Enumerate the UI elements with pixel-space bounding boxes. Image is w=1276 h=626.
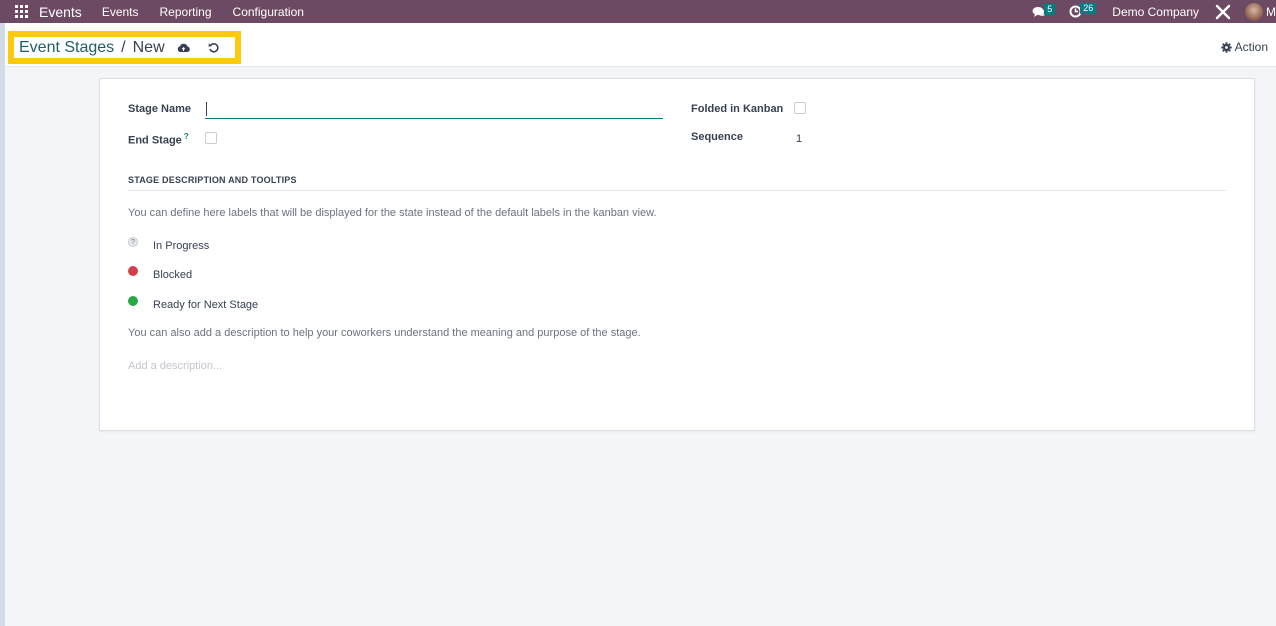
end-stage-checkbox[interactable]	[205, 132, 217, 144]
messages-count-badge: 5	[1044, 3, 1056, 15]
undo-icon	[208, 43, 219, 53]
breadcrumb: Event Stages / New	[19, 39, 219, 57]
end-stage-help-icon[interactable]: ?	[184, 132, 189, 141]
cloud-upload-icon	[177, 43, 190, 52]
stage-name-label: Stage Name	[128, 103, 191, 115]
state-row-in-progress: ? In Progress	[128, 237, 209, 252]
activities-button[interactable]: 26	[1069, 3, 1097, 18]
action-menu-button[interactable]: Action	[1220, 40, 1268, 54]
folded-in-kanban-checkbox[interactable]	[794, 102, 806, 114]
activities-count-badge: 26	[1080, 3, 1097, 14]
save-button[interactable]	[177, 43, 190, 53]
debug-tools-icon[interactable]	[1215, 4, 1231, 20]
blocked-label[interactable]: Blocked	[153, 269, 192, 281]
text-cursor	[206, 102, 207, 116]
company-switcher[interactable]: Demo Company	[1112, 5, 1199, 19]
breadcrumb-highlight: Event Stages / New	[8, 31, 241, 64]
description-editor[interactable]: Add a description...	[128, 360, 222, 372]
menu-events[interactable]: Events	[102, 5, 139, 19]
folded-in-kanban-label: Folded in Kanban	[691, 103, 784, 115]
ready-state-icon[interactable]	[128, 296, 138, 306]
breadcrumb-current: New	[132, 38, 165, 56]
labels-help-text: You can define here labels that will be …	[128, 207, 657, 219]
action-label: Action	[1234, 40, 1268, 54]
sequence-value[interactable]: 1	[796, 133, 802, 145]
user-name: M	[1266, 4, 1276, 19]
ready-label[interactable]: Ready for Next Stage	[153, 299, 258, 311]
breadcrumb-separator: /	[121, 38, 126, 56]
apps-menu-icon[interactable]	[15, 5, 30, 18]
in-progress-label[interactable]: In Progress	[153, 240, 209, 252]
messages-button[interactable]: 5	[1032, 3, 1056, 18]
gear-icon	[1220, 41, 1232, 53]
discard-button[interactable]	[208, 42, 219, 53]
end-stage-label: End Stage?	[128, 132, 189, 147]
section-title: STAGE DESCRIPTION AND TOOLTIPS	[128, 175, 1226, 191]
stage-name-input[interactable]	[205, 101, 663, 119]
blocked-state-icon[interactable]	[128, 266, 138, 276]
end-stage-label-text: End Stage	[128, 134, 182, 147]
left-edge-strip	[0, 0, 5, 626]
menu-reporting[interactable]: Reporting	[160, 5, 212, 19]
state-row-ready: Ready for Next Stage	[128, 296, 258, 311]
top-navbar: Events Events Reporting Configuration 5 …	[0, 0, 1276, 23]
control-panel: Event Stages / New Action	[5, 23, 1276, 67]
description-help-text: You can also add a description to help y…	[128, 327, 641, 339]
sequence-label: Sequence	[691, 131, 743, 143]
form-sheet: Stage Name End Stage? Folded in Kanban S…	[99, 78, 1255, 431]
menu-configuration[interactable]: Configuration	[233, 5, 304, 19]
app-name[interactable]: Events	[39, 4, 82, 20]
state-row-blocked: Blocked	[128, 266, 192, 281]
breadcrumb-parent-link[interactable]: Event Stages	[19, 39, 114, 57]
in-progress-state-icon[interactable]: ?	[128, 237, 138, 247]
user-avatar	[1245, 2, 1263, 21]
user-menu[interactable]: M	[1245, 2, 1276, 21]
